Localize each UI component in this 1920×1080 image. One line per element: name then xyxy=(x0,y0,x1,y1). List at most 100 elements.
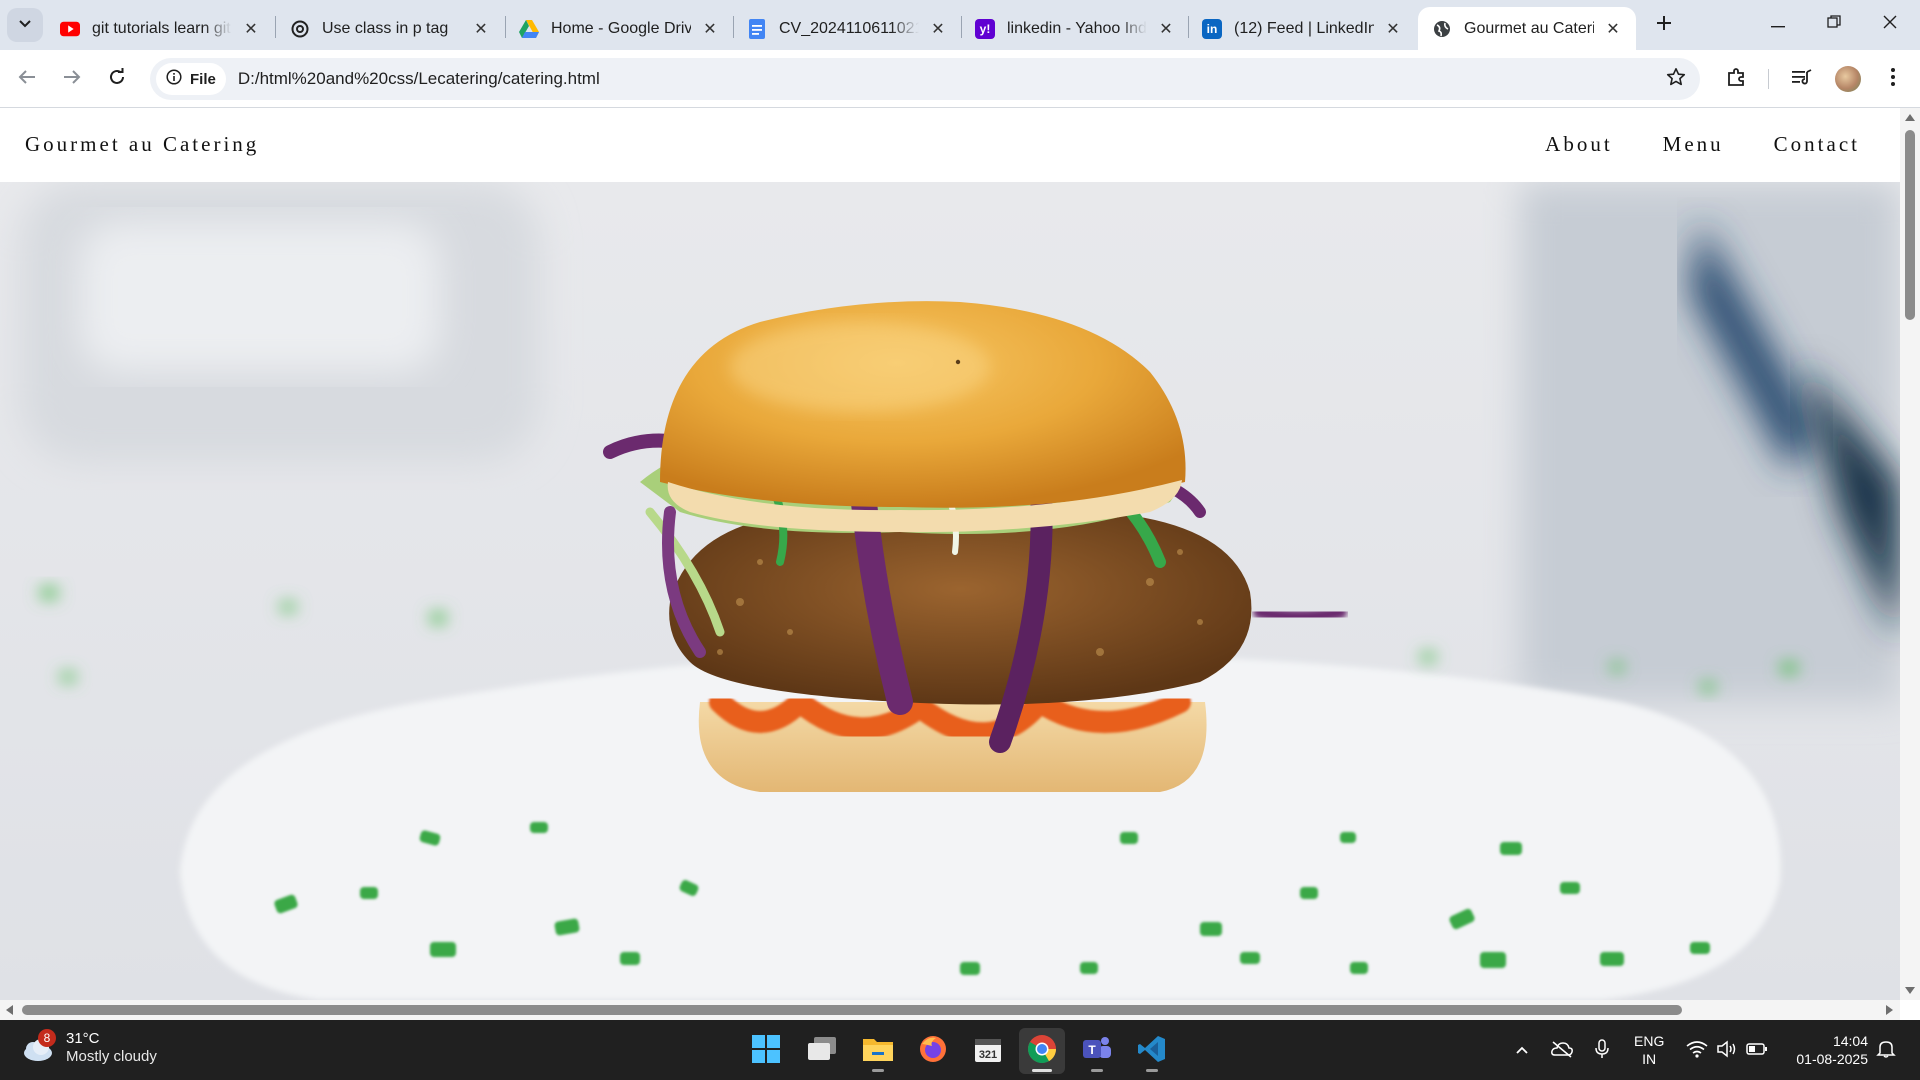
battery-status[interactable] xyxy=(1745,1040,1769,1062)
profile-avatar[interactable] xyxy=(1835,66,1861,92)
microphone-status[interactable] xyxy=(1590,1038,1614,1064)
notifications-button[interactable] xyxy=(1874,1040,1898,1062)
close-window-button[interactable] xyxy=(1862,0,1918,48)
tab-use-class[interactable]: Use class in p tag ✕ xyxy=(276,7,504,50)
google-docs-icon xyxy=(747,18,767,39)
tab-yahoo-search[interactable]: y! linkedin - Yahoo Indi ✕ xyxy=(961,7,1189,50)
wifi-status[interactable] xyxy=(1685,1040,1709,1062)
browser-toolbar: File D:/html%20and%20css/Lecatering/cate… xyxy=(0,50,1920,108)
start-button[interactable] xyxy=(743,1028,789,1074)
tab-google-drive[interactable]: Home - Google Drive ✕ xyxy=(505,7,733,50)
tab-git-tutorials[interactable]: git tutorials learn git ✕ xyxy=(46,7,274,50)
arrow-left-icon xyxy=(18,69,36,90)
puzzle-icon xyxy=(1726,66,1748,93)
tab-cv-doc[interactable]: CV_20241106110217 ✕ xyxy=(733,7,961,50)
chrome-button[interactable] xyxy=(1019,1028,1065,1074)
close-icon[interactable]: ✕ xyxy=(699,18,721,40)
running-indicator xyxy=(1091,1069,1103,1072)
site-info-label: File xyxy=(190,70,216,88)
firefox-button[interactable] xyxy=(910,1028,956,1074)
close-icon[interactable]: ✕ xyxy=(1382,18,1404,40)
tab-title: Home - Google Drive xyxy=(551,19,691,37)
close-icon[interactable]: ✕ xyxy=(1155,18,1177,40)
vscode-button[interactable] xyxy=(1129,1028,1175,1074)
media-controls-button[interactable] xyxy=(1789,66,1815,92)
address-bar[interactable]: File D:/html%20and%20css/Lecatering/cate… xyxy=(150,58,1700,100)
back-button[interactable] xyxy=(8,60,46,98)
minimize-button[interactable] xyxy=(1750,0,1806,48)
microphone-icon xyxy=(1594,1038,1610,1064)
nav-link-contact[interactable]: Contact xyxy=(1774,132,1860,157)
chrome-icon xyxy=(1027,1034,1057,1069)
site-nav: About Menu Contact xyxy=(1545,132,1860,157)
url-text[interactable]: D:/html%20and%20css/Lecatering/catering.… xyxy=(238,69,600,89)
speaker-icon xyxy=(1716,1039,1738,1063)
bookmark-star-button[interactable] xyxy=(1664,67,1688,91)
info-icon xyxy=(166,69,182,89)
hero-image xyxy=(0,182,1900,1000)
system-clock[interactable]: 14:04 01-08-2025 xyxy=(1782,1032,1868,1068)
site-header: Gourmet au Catering About Menu Contact xyxy=(0,108,1900,182)
toolbar-divider xyxy=(1768,69,1769,89)
onedrive-status[interactable] xyxy=(1550,1040,1574,1062)
nav-link-about[interactable]: About xyxy=(1545,132,1613,157)
tab-gourmet-catering[interactable]: Gourmet au Catering ✕ xyxy=(1418,7,1636,50)
horizontal-scrollbar[interactable] xyxy=(0,1000,1900,1020)
extensions-button[interactable] xyxy=(1724,66,1750,92)
reload-icon xyxy=(108,67,126,91)
weather-alert-badge: 8 xyxy=(38,1029,56,1047)
file-explorer-button[interactable] xyxy=(855,1028,901,1074)
chevron-down-icon xyxy=(18,16,32,34)
tab-title: git tutorials learn git xyxy=(92,19,231,37)
volume-status[interactable] xyxy=(1715,1039,1739,1063)
horizontal-scroll-thumb[interactable] xyxy=(22,1005,1682,1015)
language-code: ENG xyxy=(1634,1033,1665,1049)
forward-button[interactable] xyxy=(53,60,91,98)
reload-button[interactable] xyxy=(98,60,136,98)
close-icon[interactable]: ✕ xyxy=(240,18,262,40)
tab-linkedin-feed[interactable]: in (12) Feed | LinkedIn ✕ xyxy=(1188,7,1416,50)
weather-temperature: 31°C xyxy=(66,1030,100,1047)
browser-menu-button[interactable] xyxy=(1880,66,1906,92)
weather-widget[interactable]: 8 31°C Mostly cloudy xyxy=(20,1029,157,1066)
plus-icon xyxy=(1656,15,1672,36)
svg-text:T: T xyxy=(1088,1043,1096,1057)
close-icon[interactable]: ✕ xyxy=(1602,18,1624,40)
site-info-chip[interactable]: File xyxy=(156,63,226,95)
windows-taskbar: 8 31°C Mostly cloudy 321 T ENG IN 14:04 … xyxy=(0,1020,1920,1080)
nav-link-menu[interactable]: Menu xyxy=(1663,132,1724,157)
scroll-right-icon[interactable] xyxy=(1886,1005,1893,1015)
close-icon[interactable]: ✕ xyxy=(927,18,949,40)
windows-start-icon xyxy=(752,1034,780,1068)
teams-button[interactable]: T xyxy=(1074,1028,1120,1074)
scroll-left-icon[interactable] xyxy=(6,1005,13,1015)
task-view-button[interactable] xyxy=(799,1028,845,1074)
tab-title: CV_20241106110217 xyxy=(779,19,919,37)
burger-photo xyxy=(0,182,1900,1000)
task-view-icon xyxy=(807,1036,837,1067)
youtube-icon xyxy=(60,19,80,39)
calendar-app-icon: 321 xyxy=(973,1034,1003,1069)
vscode-icon xyxy=(1137,1034,1167,1069)
battery-icon xyxy=(1746,1042,1768,1061)
minimize-icon xyxy=(1771,15,1785,33)
tab-strip: git tutorials learn git ✕ Use class in p… xyxy=(0,0,1920,50)
close-icon xyxy=(1883,15,1897,34)
show-hidden-icons-button[interactable] xyxy=(1510,1040,1534,1062)
vertical-scrollbar[interactable] xyxy=(1900,108,1920,1000)
site-brand[interactable]: Gourmet au Catering xyxy=(25,132,259,157)
playlist-icon xyxy=(1791,68,1813,91)
tab-title: linkedin - Yahoo Indi xyxy=(1007,19,1147,37)
new-tab-button[interactable] xyxy=(1648,11,1680,39)
scroll-up-icon[interactable] xyxy=(1905,114,1915,121)
close-icon[interactable]: ✕ xyxy=(470,18,492,40)
vertical-scroll-thumb[interactable] xyxy=(1905,130,1915,320)
restore-button[interactable] xyxy=(1806,0,1862,48)
tab-search-button[interactable] xyxy=(7,8,43,42)
calendar-app-button[interactable]: 321 xyxy=(965,1028,1011,1074)
running-indicator xyxy=(1146,1069,1158,1072)
page-viewport: Gourmet au Catering About Menu Contact xyxy=(0,108,1900,1000)
scroll-down-icon[interactable] xyxy=(1905,987,1915,994)
language-indicator[interactable]: ENG IN xyxy=(1634,1032,1664,1068)
clock-time: 14:04 xyxy=(1832,1033,1868,1049)
